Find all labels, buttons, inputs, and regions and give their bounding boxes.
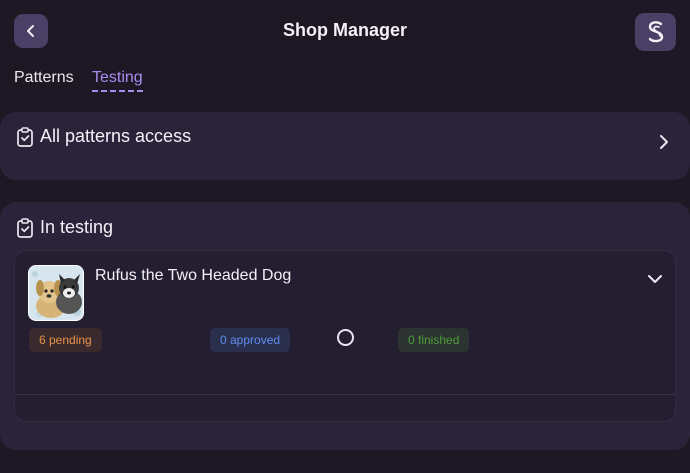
finished-badge: 0 finished	[398, 328, 470, 352]
loading-spinner-icon	[337, 329, 354, 346]
tab-testing[interactable]: Testing	[92, 69, 143, 92]
tab-patterns[interactable]: Patterns	[14, 69, 74, 87]
approved-badge: 0 approved	[210, 328, 291, 352]
chevron-right-icon[interactable]	[658, 134, 670, 150]
access-title: All patterns access	[40, 126, 192, 146]
clipboard-check-icon	[17, 126, 33, 147]
clipboard-check-icon	[17, 217, 33, 238]
pattern-item[interactable]: Rufus the Two Headed Dog 6 pending 0 app…	[14, 250, 676, 422]
app-header: Shop Manager	[0, 0, 690, 62]
in-testing-card: In testing Rufus the Two Headed Dog 6 pe…	[0, 202, 690, 450]
access-heading: All patterns access	[16, 126, 191, 147]
page-title: Shop Manager	[282, 20, 407, 40]
all-patterns-access-card[interactable]: All patterns access	[0, 112, 690, 180]
pattern-thumbnail	[28, 265, 84, 321]
testing-title: In testing	[40, 217, 114, 237]
pending-badge: 6 pending	[29, 328, 102, 352]
shop-logo-icon	[648, 21, 663, 43]
shop-button[interactable]	[635, 13, 676, 51]
testing-heading: In testing	[16, 217, 113, 238]
divider	[15, 394, 675, 395]
two-headed-dog-image	[29, 266, 83, 320]
pattern-name: Rufus the Two Headed Dog	[95, 267, 292, 284]
chevron-down-icon[interactable]	[647, 273, 663, 285]
